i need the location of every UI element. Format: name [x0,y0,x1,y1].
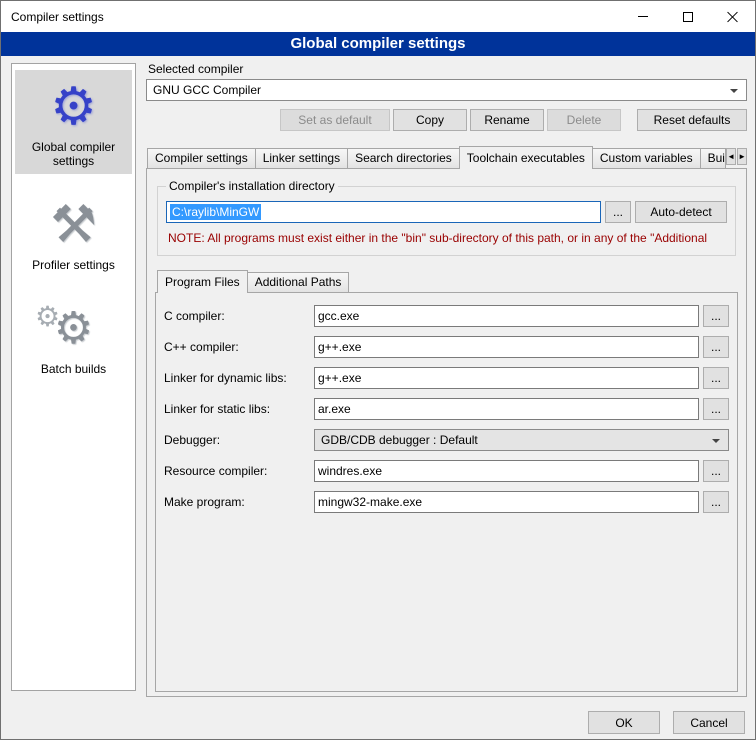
gear-icon: ⚙ [17,76,130,138]
cpp-compiler-input[interactable]: g++.exe [314,336,699,358]
sidebar-item-label: Batch builds [17,362,130,376]
auto-detect-button[interactable]: Auto-detect [635,201,727,223]
tab-compiler-settings[interactable]: Compiler settings [147,148,256,168]
field-row-linker-static: Linker for static libs: ar.exe ... [164,398,729,420]
field-label: C++ compiler: [164,340,314,354]
make-program-input[interactable]: mingw32-make.exe [314,491,699,513]
program-tabs: Program Files Additional Paths [155,268,738,292]
cancel-button[interactable]: Cancel [673,711,745,734]
linker-static-browse-button[interactable]: ... [703,398,729,420]
dialog-footer: OK Cancel [588,711,745,734]
linker-static-input[interactable]: ar.exe [314,398,699,420]
installation-directory-row: C:\raylib\MinGW ... Auto-detect [166,201,727,223]
close-icon [727,11,739,23]
dialog-client-area: ⚙ Global compiler settings ⚒ Profiler se… [1,56,755,740]
sidebar-item-label: Profiler settings [17,258,130,272]
tab-search-directories[interactable]: Search directories [347,148,460,168]
tab-additional-paths[interactable]: Additional Paths [247,272,350,292]
note-text: NOTE: All programs must exist either in … [168,231,725,245]
field-label: Make program: [164,495,314,509]
c-compiler-browse-button[interactable]: ... [703,305,729,327]
field-row-linker-dynamic: Linker for dynamic libs: g++.exe ... [164,367,729,389]
minimize-icon [638,16,648,17]
installation-directory-value: C:\raylib\MinGW [170,204,261,220]
ok-button[interactable]: OK [588,711,660,734]
titlebar: Compiler settings [1,1,755,32]
browse-directory-button[interactable]: ... [605,201,631,223]
sidebar-item-global-compiler-settings[interactable]: ⚙ Global compiler settings [15,70,132,174]
resource-compiler-browse-button[interactable]: ... [703,460,729,482]
tab-linker-settings[interactable]: Linker settings [255,148,348,168]
sidebar-item-label: Global compiler settings [17,140,130,168]
close-button[interactable] [710,1,755,32]
resource-compiler-input[interactable]: windres.exe [314,460,699,482]
batch-builds-icon: ⚙ ⚙ [17,298,130,360]
tab-custom-variables[interactable]: Custom variables [592,148,701,168]
make-program-browse-button[interactable]: ... [703,491,729,513]
linker-dynamic-browse-button[interactable]: ... [703,367,729,389]
compiler-settings-window: Compiler settings Global compiler settin… [0,0,756,740]
main-content: Selected compiler GNU GCC Compiler Set a… [146,62,747,697]
maximize-button[interactable] [665,1,710,32]
rename-button[interactable]: Rename [470,109,544,131]
c-compiler-input[interactable]: gcc.exe [314,305,699,327]
linker-dynamic-input[interactable]: g++.exe [314,367,699,389]
toolchain-executables-panel: Compiler's installation directory C:\ray… [146,168,747,697]
cpp-compiler-browse-button[interactable]: ... [703,336,729,358]
field-label: Debugger: [164,433,314,447]
field-label: Resource compiler: [164,464,314,478]
program-files-panel: C compiler: gcc.exe ... C++ compiler: g+… [155,292,738,692]
field-label: C compiler: [164,309,314,323]
field-row-c-compiler: C compiler: gcc.exe ... [164,305,729,327]
delete-button[interactable]: Delete [547,109,621,131]
tab-scroll-right-icon[interactable]: ► [737,148,747,165]
settings-tabs: Compiler settings Linker settings Search… [146,144,747,168]
field-row-debugger: Debugger: GDB/CDB debugger : Default [164,429,729,451]
compiler-actions: Set as default Copy Rename Delete Reset … [146,109,747,131]
field-row-make-program: Make program: mingw32-make.exe ... [164,491,729,513]
maximize-icon [683,12,693,22]
minimize-button[interactable] [620,1,665,32]
field-label: Linker for static libs: [164,402,314,416]
compiler-select[interactable]: GNU GCC Compiler [146,79,747,101]
compiler-select-value: GNU GCC Compiler [153,83,261,97]
profiler-icon: ⚒ [17,194,130,256]
field-row-resource-compiler: Resource compiler: windres.exe ... [164,460,729,482]
reset-defaults-button[interactable]: Reset defaults [637,109,747,131]
debugger-select[interactable]: GDB/CDB debugger : Default [314,429,729,451]
field-label: Linker for dynamic libs: [164,371,314,385]
selected-compiler-label: Selected compiler [148,62,747,76]
field-row-cpp-compiler: C++ compiler: g++.exe ... [164,336,729,358]
installation-directory-input[interactable]: C:\raylib\MinGW [166,201,601,223]
tab-program-files[interactable]: Program Files [157,270,248,293]
tab-scroll-left-icon[interactable]: ◄ [726,148,736,165]
debugger-select-value: GDB/CDB debugger : Default [321,433,478,447]
installation-directory-legend: Compiler's installation directory [166,179,338,193]
window-controls [620,1,755,32]
installation-directory-group: Compiler's installation directory C:\ray… [157,179,736,256]
sidebar-item-profiler-settings[interactable]: ⚒ Profiler settings [15,188,132,278]
page-title: Global compiler settings [1,32,755,56]
copy-button[interactable]: Copy [393,109,467,131]
tab-build-options[interactable]: Build options [700,148,727,168]
settings-sidebar: ⚙ Global compiler settings ⚒ Profiler se… [11,63,136,691]
set-as-default-button[interactable]: Set as default [280,109,390,131]
sidebar-item-batch-builds[interactable]: ⚙ ⚙ Batch builds [15,292,132,382]
tab-toolchain-executables[interactable]: Toolchain executables [459,146,593,169]
window-title: Compiler settings [11,10,104,24]
